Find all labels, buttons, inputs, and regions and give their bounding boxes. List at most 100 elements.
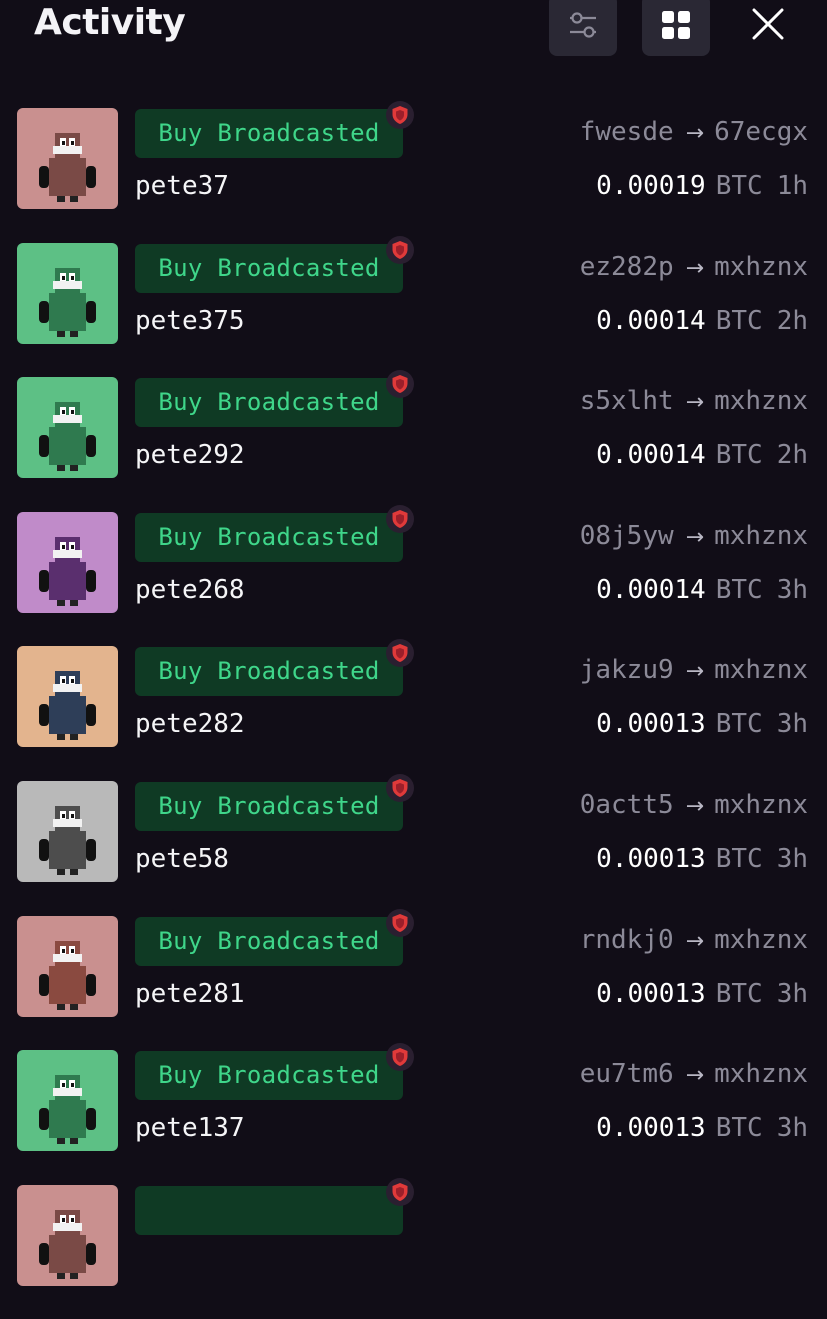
shield-icon: [386, 504, 414, 533]
activity-row[interactable]: Buy Broadcasted pete281 rndkj0 → mxhznx 0.…: [0, 908, 827, 1051]
grid-icon: [662, 11, 690, 39]
avatar[interactable]: [17, 1050, 118, 1152]
status-label: Buy Broadcasted: [158, 253, 380, 282]
status-badge: Buy Broadcasted: [135, 647, 403, 697]
page-title: Activity: [34, 2, 186, 43]
activity-row[interactable]: Buy Broadcasted pete292 s5xlht → mxhznx 0.…: [0, 370, 827, 512]
close-button[interactable]: [738, 0, 798, 56]
to-address[interactable]: mxhznx: [714, 521, 808, 551]
pixel-avatar-icon: [17, 646, 118, 748]
status-label: Buy Broadcasted: [158, 119, 380, 147]
activity-row[interactable]: Buy Broadcasted pete58 0actt5 → mxhznx 0.0…: [0, 773, 827, 916]
status-badge: Buy Broadcasted: [135, 781, 403, 831]
sliders-icon: [570, 12, 596, 38]
item-name[interactable]: pete282: [135, 706, 245, 742]
avatar[interactable]: [17, 915, 118, 1017]
item-name[interactable]: pete58: [135, 841, 229, 877]
filter-button[interactable]: [549, 0, 617, 56]
status-badge: Buy Broadcasted: [135, 512, 403, 562]
time-ago: 2h: [776, 440, 808, 471]
activity-row[interactable]: Buy Broadcasted pete268 08j5yw → mxhznx 0.…: [0, 504, 827, 647]
shield-icon: [386, 639, 414, 668]
currency-label: BTC: [715, 1113, 763, 1144]
currency-label: BTC: [715, 440, 763, 471]
to-address[interactable]: mxhznx: [714, 925, 808, 955]
item-name[interactable]: pete292: [135, 437, 245, 473]
currency-label: BTC: [715, 978, 763, 1009]
item-name[interactable]: pete375: [135, 303, 245, 339]
currency-label: BTC: [715, 171, 763, 201]
status-label: Buy Broadcasted: [158, 522, 380, 551]
price-line: 0.00013 BTC 3h: [596, 706, 808, 742]
pixel-avatar-icon: [17, 915, 118, 1017]
to-address[interactable]: mxhznx: [714, 1059, 808, 1089]
from-address[interactable]: 0actt5: [580, 790, 674, 820]
arrow-right-icon: →: [685, 255, 705, 281]
price-amount: 0.00013: [596, 709, 706, 740]
status-badge: Buy Broadcasted: [135, 916, 403, 966]
status-badge: Buy Broadcasted: [135, 109, 403, 158]
pixel-avatar-icon: [17, 780, 118, 882]
to-address[interactable]: mxhznx: [714, 790, 808, 820]
arrow-right-icon: [786, 1198, 808, 1223]
price-amount: 0.00014: [596, 574, 706, 605]
shield-icon: [386, 773, 414, 802]
item-name[interactable]: pete137: [135, 1110, 245, 1146]
price-amount: 0.00019: [596, 171, 706, 201]
currency-label: BTC: [715, 709, 763, 740]
activity-row[interactable]: [0, 1177, 827, 1319]
price-line: 0.00014 BTC 2h: [596, 437, 808, 473]
status-label: Buy Broadcasted: [158, 388, 380, 417]
currency-label: BTC: [715, 843, 763, 874]
time-ago: 3h: [776, 978, 808, 1009]
avatar[interactable]: [17, 511, 118, 613]
activity-row[interactable]: Buy Broadcasted pete37 fwesde → 67ecgx 0.0…: [0, 101, 827, 243]
activity-row[interactable]: Buy Broadcasted pete282 jakzu9 → mxhznx 0.…: [0, 639, 827, 781]
activity-list: Buy Broadcasted pete37 fwesde → 67ecgx 0.0…: [0, 101, 827, 1319]
arrow-right-icon: →: [685, 928, 705, 954]
to-address[interactable]: mxhznx: [714, 655, 808, 685]
shield-icon: [386, 370, 414, 399]
transfer-route: 08j5yw → mxhznx: [580, 518, 808, 556]
price-line: 0.00019 BTC 1h: [596, 168, 808, 204]
time-ago: 3h: [776, 574, 808, 605]
from-address[interactable]: eu7tm6: [580, 1059, 674, 1089]
avatar[interactable]: [17, 780, 118, 882]
header-bar: Activity: [0, 0, 827, 80]
status-label: Buy Broadcasted: [158, 657, 380, 686]
avatar[interactable]: [17, 242, 118, 344]
to-address[interactable]: mxhznx: [714, 386, 808, 416]
price-amount: 0.00013: [596, 978, 706, 1009]
transfer-route: ez282p → mxhznx: [580, 249, 808, 287]
arrow-right-icon: →: [685, 121, 705, 146]
from-address[interactable]: s5xlht: [580, 386, 674, 416]
to-address[interactable]: 67ecgx: [714, 117, 808, 147]
currency-label: BTC: [715, 305, 763, 336]
status-badge: Buy Broadcasted: [135, 243, 403, 293]
from-address[interactable]: rndkj0: [580, 925, 674, 955]
grid-view-button[interactable]: [642, 0, 710, 56]
shield-icon: [386, 235, 414, 264]
item-name[interactable]: pete281: [135, 976, 245, 1012]
from-address[interactable]: ez282p: [580, 252, 674, 282]
status-label: Buy Broadcasted: [158, 791, 380, 820]
activity-row[interactable]: Buy Broadcasted pete375 ez282p → mxhznx 0.…: [0, 235, 827, 378]
avatar[interactable]: [17, 646, 118, 748]
from-address[interactable]: 08j5yw: [580, 521, 674, 551]
avatar[interactable]: [17, 377, 118, 479]
pixel-avatar-icon: [17, 1050, 118, 1152]
transfer-route: s5xlht → mxhznx: [580, 383, 808, 421]
item-name[interactable]: pete37: [135, 168, 229, 204]
arrow-right-icon: →: [685, 1063, 705, 1089]
pixel-avatar-icon: [17, 511, 118, 613]
activity-row[interactable]: Buy Broadcasted pete137 eu7tm6 → mxhznx 0.…: [0, 1043, 827, 1185]
shield-icon: [386, 1043, 414, 1072]
item-name[interactable]: pete268: [135, 572, 245, 608]
avatar[interactable]: [17, 108, 118, 209]
transfer-route: fwesde → 67ecgx: [580, 114, 808, 152]
pixel-avatar-icon: [17, 108, 118, 209]
from-address[interactable]: fwesde: [580, 117, 674, 147]
from-address[interactable]: jakzu9: [580, 655, 674, 685]
arrow-right-icon: →: [685, 524, 705, 550]
to-address[interactable]: mxhznx: [714, 252, 808, 282]
